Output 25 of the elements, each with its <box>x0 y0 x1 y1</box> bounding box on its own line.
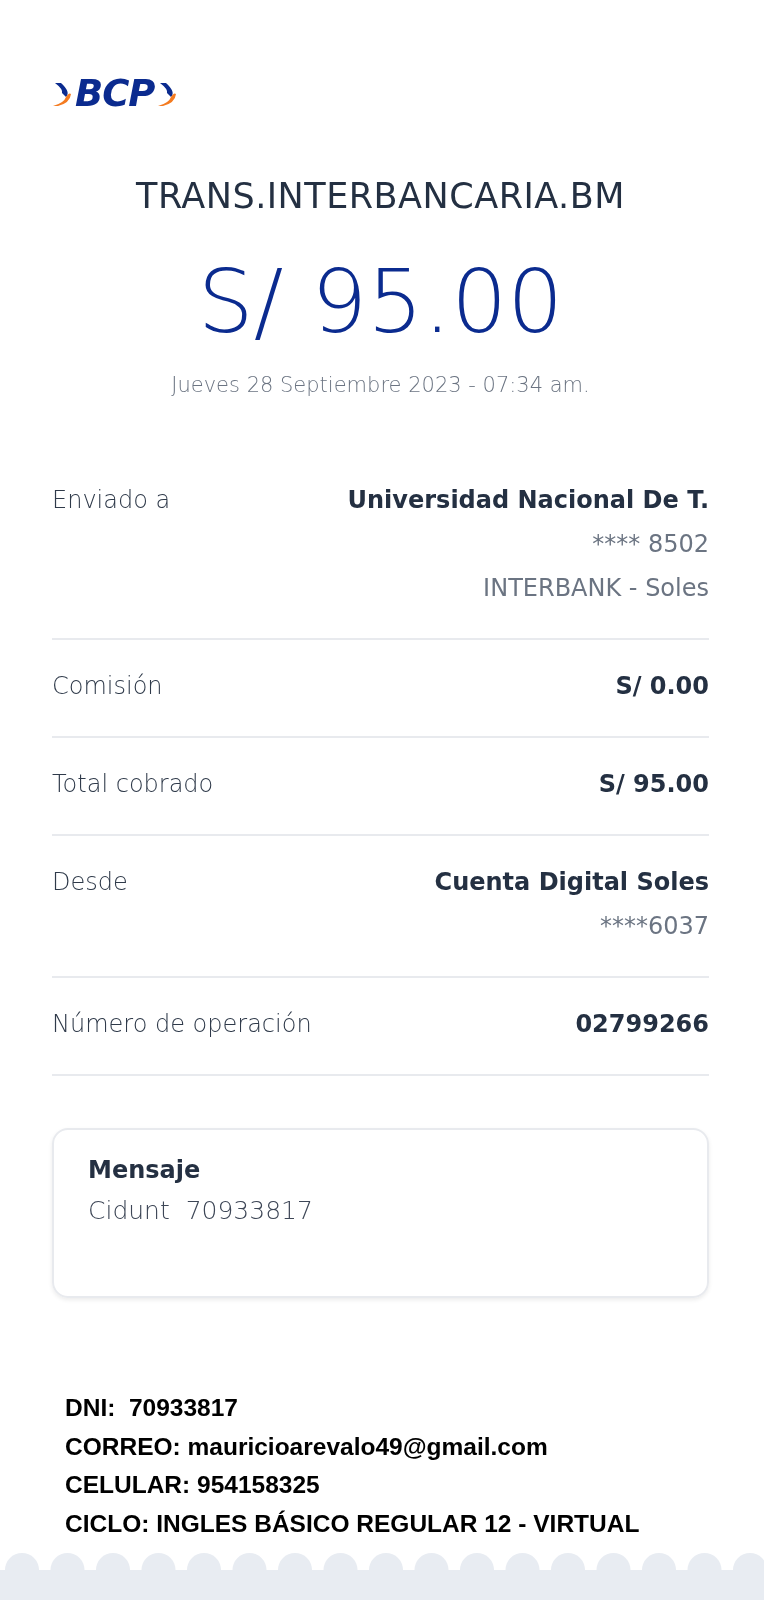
detail-value: Universidad Nacional De T. <box>347 484 709 516</box>
detail-value: ****6037 <box>599 910 709 942</box>
detail-value: 02799266 <box>575 1008 709 1040</box>
annotation-line: CICLO: INGLES BÁSICO REGULAR 12 - VIRTUAL <box>65 1508 640 1539</box>
detail-value: S/ 95.00 <box>598 768 709 800</box>
annotation-line: DNI: 70933817 <box>65 1393 239 1423</box>
chevron-icon <box>51 80 73 107</box>
message-heading: Mensaje <box>88 1155 202 1184</box>
detail-label: Total cobrado <box>52 768 214 800</box>
detail-label: Número de operación <box>52 1008 312 1040</box>
bcp-logo: BCP <box>75 75 155 112</box>
amount: S/ 95.00 <box>196 254 565 351</box>
annotation-line: CELULAR: 954158325 <box>65 1470 321 1500</box>
detail-label: Enviado a <box>52 484 171 516</box>
annotation-line: CORREO: mauricioarevalo49@gmail.com <box>65 1431 549 1462</box>
message-text: Cidunt 70933817 <box>88 1195 314 1225</box>
detail-value: S/ 0.00 <box>615 670 709 702</box>
detail-label: Comisión <box>52 670 163 702</box>
detail-label: Desde <box>52 866 128 898</box>
chevron-icon <box>156 80 179 107</box>
detail-value: INTERBANK - Soles <box>483 572 709 604</box>
receipt-title: TRANS.INTERBANCARIA.BM <box>135 176 626 216</box>
date-time: Jueves 28 Septiembre 2023 - 07:34 am. <box>170 372 591 397</box>
detail-value: **** 8502 <box>592 528 709 560</box>
detail-value: Cuenta Digital Soles <box>434 866 709 898</box>
